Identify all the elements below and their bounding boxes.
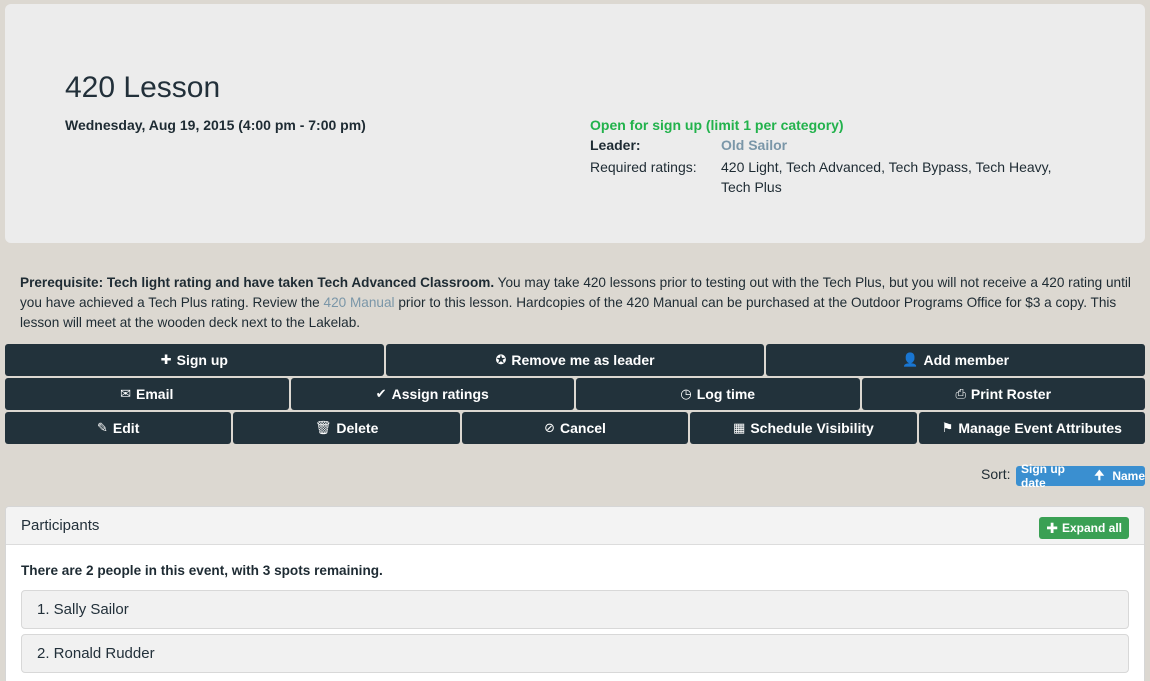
expand-all-label: Expand all <box>1061 521 1122 535</box>
email-button[interactable]: ✉ Email <box>5 378 289 410</box>
sort-label: Sort: <box>981 466 1011 482</box>
sort-control: Sign up date 🠉 Name <box>1016 462 1145 490</box>
button-label: Remove me as leader <box>511 352 655 368</box>
button-label: Assign ratings <box>391 386 489 402</box>
manual-link[interactable]: 420 Manual <box>324 295 395 310</box>
button-label: Edit <box>112 420 140 436</box>
event-date: Wednesday, Aug 19, 2015 (4:00 pm - 7:00 … <box>65 117 366 133</box>
leader-link[interactable]: Old Sailor <box>721 137 787 153</box>
log-time-button[interactable]: ◷ Log time <box>576 378 860 410</box>
user-icon: 👤 <box>902 352 919 367</box>
manage-event-attributes-button[interactable]: ⚑ Manage Event Attributes <box>918 412 1146 444</box>
action-row-1: ✚ Sign up ✪ Remove me as leader 👤 Add member <box>5 344 1146 376</box>
button-label: Print Roster <box>970 386 1052 402</box>
edit-icon: ✎ <box>97 420 108 435</box>
calendar-icon: ▦ <box>733 420 746 435</box>
flag-icon: ⚑ <box>941 420 954 435</box>
delete-button[interactable]: 🗑 Delete <box>233 412 460 444</box>
button-label: Cancel <box>560 420 606 436</box>
schedule-visibility-button[interactable]: ▦ Schedule Visibility <box>690 412 917 444</box>
button-label: Manage Event Attributes <box>958 420 1122 436</box>
button-label: Log time <box>696 386 756 402</box>
participants-panel-header: Participants ✚ Expand all <box>6 507 1144 545</box>
sort-signup-date-button[interactable]: Sign up date <box>1016 462 1088 490</box>
cancel-button[interactable]: ⊘ Cancel <box>461 412 689 444</box>
signup-status: Open for sign up (limit 1 per category) <box>590 117 844 133</box>
arrow-up-icon: 🠉 <box>1094 467 1105 482</box>
button-label: Add member <box>923 352 1010 368</box>
trash-icon: 🗑 <box>314 420 332 435</box>
remove-circle-icon: ✪ <box>495 352 507 367</box>
button-label: Sign up <box>176 352 228 368</box>
print-icon: ⎙ <box>955 386 966 401</box>
remove-me-as-leader-button[interactable]: ✪ Remove me as leader <box>385 344 765 376</box>
button-label: Email <box>136 386 174 402</box>
required-ratings-value: 420 Light, Tech Advanced, Tech Bypass, T… <box>721 159 1052 195</box>
add-member-button[interactable]: 👤 Add member <box>766 344 1146 376</box>
participants-title: Participants <box>21 517 100 534</box>
participant-summary: There are 2 people in this event, with 3… <box>21 563 383 578</box>
page-title: 420 Lesson <box>65 71 221 104</box>
prerequisite-text: Prerequisite: Tech light rating and have… <box>20 275 495 290</box>
ban-icon: ⊘ <box>544 420 555 435</box>
action-row-2: ✉ Email ✔ Assign ratings ◷ Log time ⎙ Print Ros… <box>5 378 1145 410</box>
plus-icon: ✚ <box>1046 519 1058 536</box>
required-ratings-label: Required ratings: <box>590 159 697 175</box>
button-label: Schedule Visibility <box>750 420 874 436</box>
participant-row[interactable]: 2. Ronald Rudder <box>21 634 1129 673</box>
print-roster-button[interactable]: ⎙ Print Roster <box>861 378 1145 410</box>
plus-icon: ✚ <box>160 352 172 367</box>
action-row-3: ✎ Edit 🗑 Delete ⊘ Cancel ▦ Schedule Visibility ⚑… <box>5 412 1146 444</box>
participants-panel: Participants ✚ Expand all There are 2 pe… <box>5 506 1145 681</box>
event-header: 420 Lesson Wednesday, Aug 19, 2015 (4:00… <box>5 4 1145 243</box>
sort-name-button[interactable]: Name <box>1112 469 1145 483</box>
participant-row[interactable]: 1. Sally Sailor <box>21 590 1129 629</box>
edit-button[interactable]: ✎ Edit <box>5 412 232 444</box>
expand-all-button[interactable]: ✚ Expand all <box>1039 517 1129 539</box>
leader-label: Leader: <box>590 137 641 153</box>
event-description: Prerequisite: Tech light rating and have… <box>20 273 1150 333</box>
envelope-icon: ✉ <box>120 386 132 401</box>
button-label: Delete <box>336 420 379 436</box>
check-icon: ✔ <box>375 386 387 401</box>
assign-ratings-button[interactable]: ✔ Assign ratings <box>290 378 574 410</box>
sign-up-button[interactable]: ✚ Sign up <box>5 344 384 376</box>
clock-icon: ◷ <box>680 386 692 401</box>
